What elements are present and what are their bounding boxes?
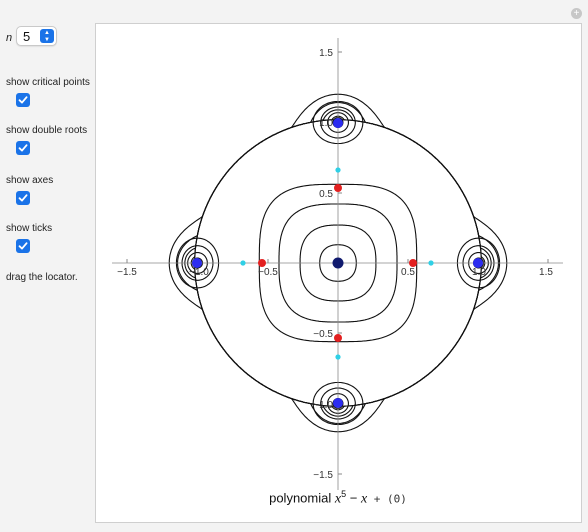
y-tick-label: 0.5 [319, 189, 333, 200]
y-tick-label: −0.5 [313, 329, 333, 340]
caption-parameter: (0) [387, 492, 407, 506]
y-tick-label: 1.0 [319, 118, 333, 129]
y-tick-label: −1.0 [313, 400, 333, 411]
double-root[interactable] [333, 398, 343, 408]
critical-point[interactable] [334, 334, 342, 342]
x-tick-label: −1.0 [189, 267, 209, 278]
minor-point [335, 167, 341, 173]
x-tick-label: −1.5 [117, 267, 137, 278]
y-tick-label: 1.5 [319, 48, 333, 59]
x-tick-label: 1.5 [539, 267, 553, 278]
minor-point [428, 260, 434, 266]
caption-minus: − [346, 490, 361, 506]
critical-point[interactable] [258, 259, 266, 267]
double-root[interactable] [473, 258, 483, 268]
caption-prefix: polynomial [269, 490, 332, 506]
double-root[interactable] [333, 118, 343, 128]
critical-point[interactable] [409, 259, 417, 267]
plot-panel: −1.5 −1.0 −0.5 0.5 1.0 1.5 1.5 1.0 0.5 −… [95, 23, 582, 523]
contour-plot: −1.5 −1.0 −0.5 0.5 1.0 1.5 1.5 1.0 0.5 −… [112, 38, 563, 490]
caption-plus: + [367, 492, 388, 506]
x-tick-label: −0.5 [258, 267, 278, 278]
x-tick-label: 0.5 [401, 267, 415, 278]
critical-point[interactable] [334, 184, 342, 192]
locator-handle[interactable] [332, 257, 344, 269]
double-root[interactable] [192, 258, 202, 268]
minor-point [240, 260, 246, 266]
y-tick-label: −1.5 [313, 470, 333, 481]
minor-point [335, 354, 341, 360]
x-tick-label: 1.0 [472, 267, 486, 278]
polynomial-caption: polynomial x5 − x + (0) [170, 489, 506, 507]
